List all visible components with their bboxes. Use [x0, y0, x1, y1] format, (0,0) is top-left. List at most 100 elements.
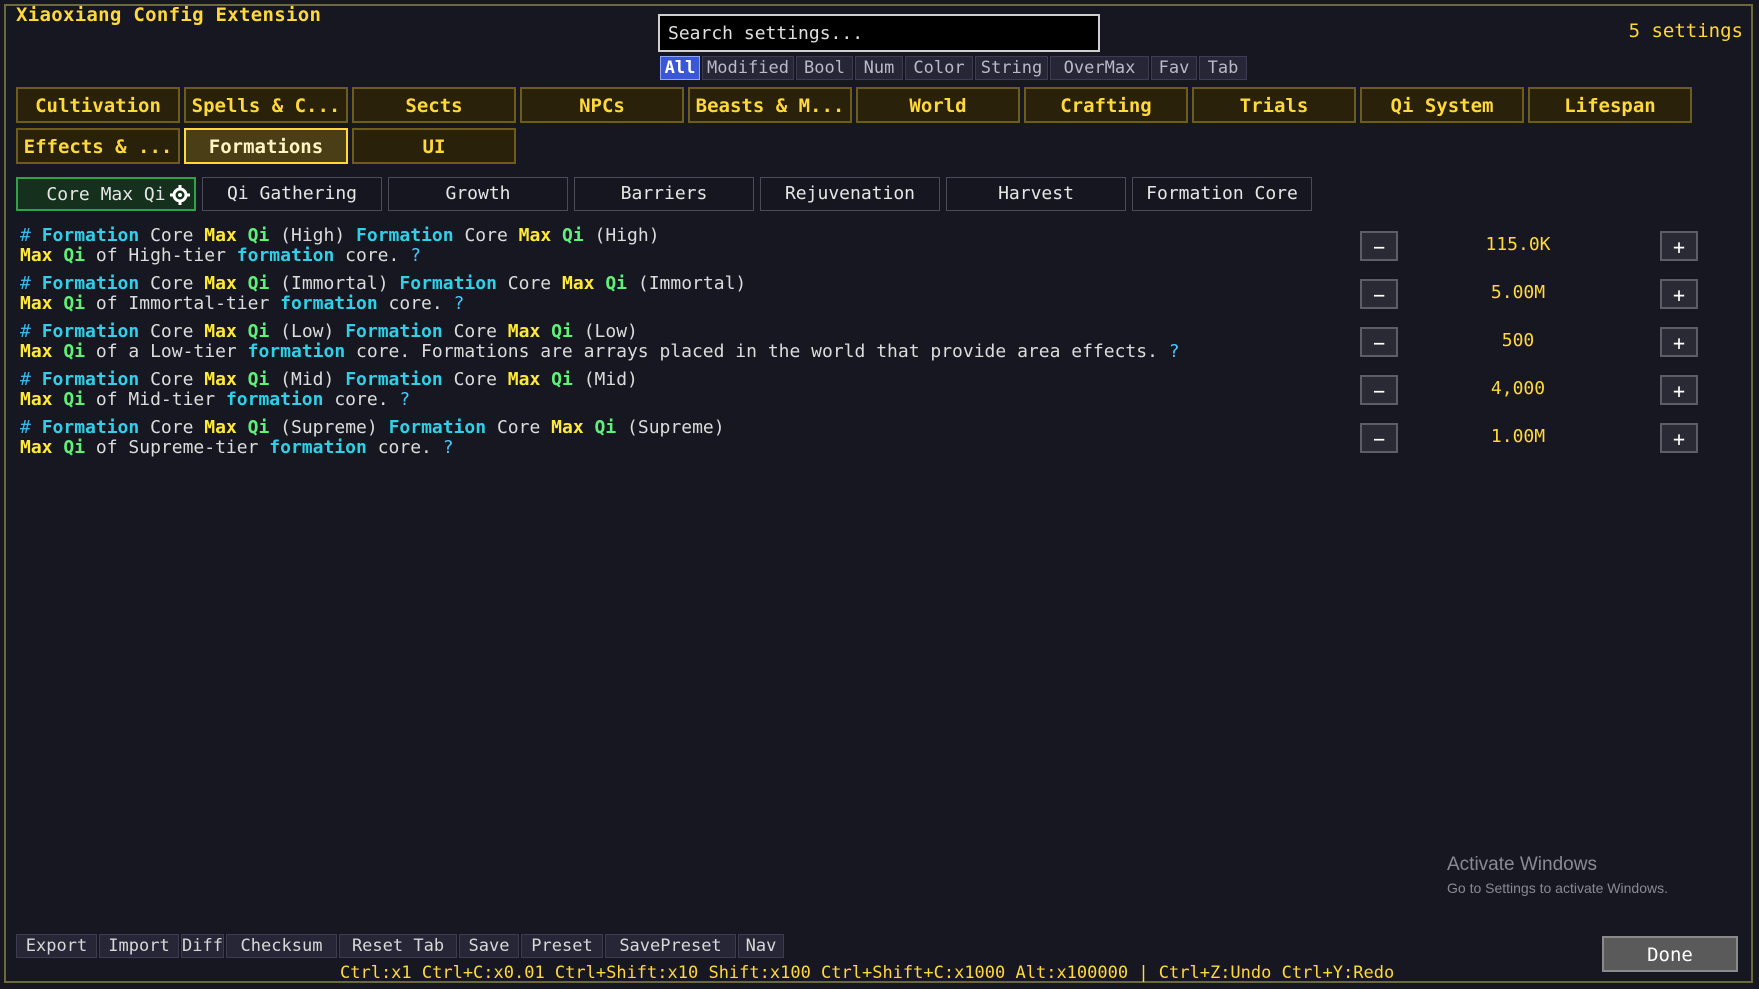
decrement-button[interactable]: −: [1360, 231, 1398, 261]
desc-text: of Mid-tier: [95, 389, 216, 410]
hash-icon: #: [20, 273, 31, 294]
category-tab[interactable]: UI: [352, 128, 516, 164]
word: Formation: [345, 321, 443, 342]
subtab-item[interactable]: Core Max Qi: [16, 177, 196, 211]
desc-text: of a Low-tier: [95, 341, 237, 362]
hash-icon: #: [20, 369, 31, 390]
setting-value[interactable]: 1.00M: [1428, 426, 1608, 447]
help-icon[interactable]: ?: [399, 389, 410, 410]
tier-label: (Mid): [583, 369, 638, 390]
category-tab[interactable]: Trials: [1192, 87, 1356, 123]
filter-tab[interactable]: Tab: [1199, 56, 1247, 80]
word: Max: [518, 225, 552, 246]
category-tab[interactable]: Cultivation: [16, 87, 180, 123]
subtab-item[interactable]: Growth: [388, 177, 568, 211]
word: Qi: [551, 321, 573, 342]
word: Core: [453, 321, 497, 342]
word: Max: [20, 293, 53, 314]
increment-button[interactable]: +: [1660, 423, 1698, 453]
help-icon[interactable]: ?: [410, 245, 421, 266]
toolbar-checksum-button[interactable]: Checksum: [226, 934, 337, 958]
increment-button[interactable]: +: [1660, 231, 1698, 261]
word: Formation: [41, 321, 140, 342]
desc-text: core. Formations are arrays placed in th…: [356, 341, 1158, 362]
filter-num[interactable]: Num: [855, 56, 903, 80]
decrement-button[interactable]: −: [1360, 423, 1398, 453]
word: Core: [496, 417, 541, 438]
word: Core: [150, 225, 194, 246]
setting-description: Max Qi of Supreme-tier formation core. ?: [20, 437, 454, 458]
tier-label: (Immortal): [280, 273, 389, 294]
increment-button[interactable]: +: [1660, 375, 1698, 405]
word: Qi: [63, 341, 86, 362]
word: Qi: [63, 389, 86, 410]
category-tab[interactable]: Sects: [352, 87, 516, 123]
setting-value[interactable]: 500: [1428, 330, 1608, 351]
filter-modified[interactable]: Modified: [702, 56, 794, 80]
setting-description: Max Qi of High-tier formation core. ?: [20, 245, 421, 266]
category-tab[interactable]: Effects & ...: [16, 128, 180, 164]
setting-description: Max Qi of a Low-tier formation core. For…: [20, 341, 1180, 362]
setting-value[interactable]: 115.0K: [1428, 234, 1608, 255]
subtab-item[interactable]: Barriers: [574, 177, 754, 211]
toolbar-save-button[interactable]: Save: [459, 934, 519, 958]
word: Qi: [551, 369, 573, 390]
decrement-button[interactable]: −: [1360, 375, 1398, 405]
toolbar-reset-tab-button[interactable]: Reset Tab: [339, 934, 457, 958]
decrement-button[interactable]: −: [1360, 327, 1398, 357]
desc-text: of High-tier: [95, 245, 226, 266]
category-tab[interactable]: World: [856, 87, 1020, 123]
search-input[interactable]: [658, 14, 1100, 52]
word: Max: [507, 369, 541, 390]
filter-all[interactable]: All: [660, 56, 700, 80]
subtab-item[interactable]: Formation Core: [1132, 177, 1312, 211]
category-tab[interactable]: Beasts & M...: [688, 87, 852, 123]
category-tab[interactable]: Lifespan: [1528, 87, 1692, 123]
toolbar-savepreset-button[interactable]: SavePreset: [605, 934, 736, 958]
toolbar-nav-button[interactable]: Nav: [738, 934, 784, 958]
category-tab[interactable]: Formations: [184, 128, 348, 164]
increment-button[interactable]: +: [1660, 327, 1698, 357]
subtab-item[interactable]: Qi Gathering: [202, 177, 382, 211]
toolbar-import-button[interactable]: Import: [99, 934, 179, 958]
subtab-item[interactable]: Rejuvenation: [760, 177, 940, 211]
setting-title: # Formation Core Max Qi (Low) Formation …: [20, 321, 638, 342]
decrement-button[interactable]: −: [1360, 279, 1398, 309]
category-tab[interactable]: Spells & C...: [184, 87, 348, 123]
activation-watermark-title: Activate Windows: [1447, 854, 1597, 875]
hash-icon: #: [20, 321, 31, 342]
setting-value[interactable]: 4,000: [1428, 378, 1608, 399]
filter-string[interactable]: String: [975, 56, 1048, 80]
word: Qi: [63, 245, 86, 266]
setting-value[interactable]: 5.00M: [1428, 282, 1608, 303]
word: Formation: [356, 225, 454, 246]
toolbar-diff-button[interactable]: Diff: [181, 934, 224, 958]
tier-label: (Low): [583, 321, 638, 342]
toolbar-preset-button[interactable]: Preset: [521, 934, 603, 958]
word: Qi: [247, 273, 270, 294]
subtab-item[interactable]: Harvest: [946, 177, 1126, 211]
filter-color[interactable]: Color: [905, 56, 973, 80]
setting-description: Max Qi of Immortal-tier formation core. …: [20, 293, 464, 314]
help-icon[interactable]: ?: [443, 437, 454, 458]
word: Max: [20, 245, 53, 266]
word: formation: [280, 293, 378, 314]
word: formation: [269, 437, 367, 458]
filter-bool[interactable]: Bool: [796, 56, 853, 80]
category-tab[interactable]: NPCs: [520, 87, 684, 123]
word: formation: [225, 389, 324, 410]
setting-title: # Formation Core Max Qi (Mid) Formation …: [20, 369, 638, 390]
category-tab[interactable]: Qi System: [1360, 87, 1524, 123]
help-icon[interactable]: ?: [1169, 341, 1180, 362]
setting-title: # Formation Core Max Qi (High) Formation…: [20, 225, 660, 246]
word: Formation: [388, 417, 487, 438]
filter-overmax[interactable]: OverMax: [1050, 56, 1149, 80]
category-tab[interactable]: Crafting: [1024, 87, 1188, 123]
word: Qi: [63, 437, 86, 458]
increment-button[interactable]: +: [1660, 279, 1698, 309]
word: Max: [204, 417, 237, 438]
done-button[interactable]: Done: [1602, 936, 1738, 972]
help-icon[interactable]: ?: [454, 293, 465, 314]
toolbar-export-button[interactable]: Export: [16, 934, 97, 958]
filter-fav[interactable]: Fav: [1151, 56, 1197, 80]
